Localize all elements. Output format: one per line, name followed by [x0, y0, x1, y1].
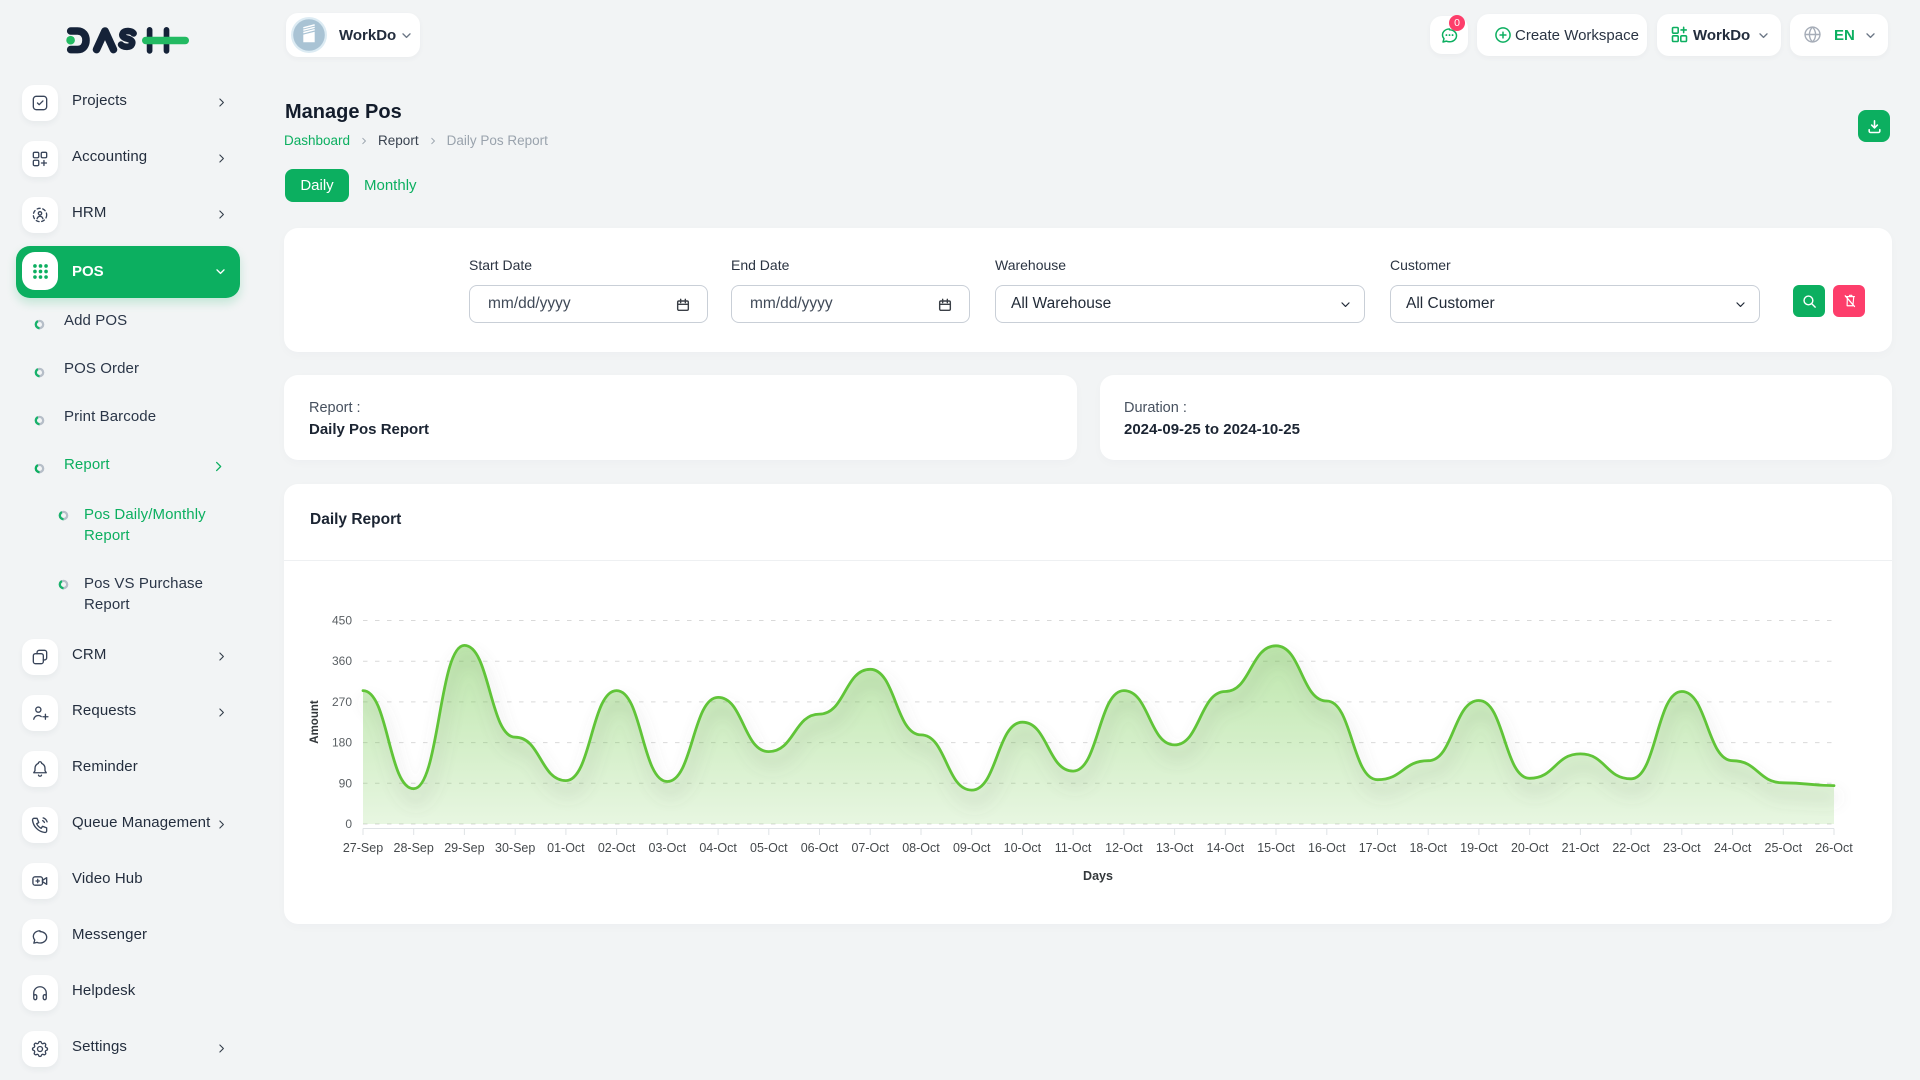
svg-text:02-Oct: 02-Oct — [598, 841, 636, 855]
svg-text:27-Sep: 27-Sep — [343, 841, 383, 855]
svg-text:270: 270 — [332, 695, 352, 709]
svg-text:90: 90 — [339, 776, 353, 790]
svg-text:360: 360 — [332, 654, 352, 668]
svg-text:08-Oct: 08-Oct — [902, 841, 940, 855]
svg-text:16-Oct: 16-Oct — [1308, 841, 1346, 855]
svg-text:01-Oct: 01-Oct — [547, 841, 585, 855]
svg-text:10-Oct: 10-Oct — [1004, 841, 1042, 855]
svg-text:05-Oct: 05-Oct — [750, 841, 788, 855]
svg-text:15-Oct: 15-Oct — [1257, 841, 1295, 855]
svg-text:23-Oct: 23-Oct — [1663, 841, 1701, 855]
svg-text:21-Oct: 21-Oct — [1562, 841, 1600, 855]
svg-text:13-Oct: 13-Oct — [1156, 841, 1194, 855]
svg-text:17-Oct: 17-Oct — [1359, 841, 1397, 855]
svg-text:Days: Days — [1083, 869, 1113, 883]
svg-text:14-Oct: 14-Oct — [1207, 841, 1245, 855]
svg-text:03-Oct: 03-Oct — [649, 841, 687, 855]
svg-text:24-Oct: 24-Oct — [1714, 841, 1752, 855]
svg-text:18-Oct: 18-Oct — [1409, 841, 1447, 855]
svg-text:Amount: Amount — [309, 700, 321, 744]
svg-text:29-Sep: 29-Sep — [444, 841, 484, 855]
svg-text:28-Sep: 28-Sep — [394, 841, 434, 855]
svg-text:22-Oct: 22-Oct — [1612, 841, 1650, 855]
svg-text:180: 180 — [332, 736, 352, 750]
svg-text:19-Oct: 19-Oct — [1460, 841, 1498, 855]
svg-text:04-Oct: 04-Oct — [699, 841, 737, 855]
svg-text:0: 0 — [345, 817, 352, 831]
svg-text:20-Oct: 20-Oct — [1511, 841, 1549, 855]
svg-text:12-Oct: 12-Oct — [1105, 841, 1143, 855]
svg-text:06-Oct: 06-Oct — [801, 841, 839, 855]
svg-text:26-Oct: 26-Oct — [1815, 841, 1853, 855]
svg-text:07-Oct: 07-Oct — [851, 841, 889, 855]
svg-text:450: 450 — [332, 614, 352, 628]
svg-text:11-Oct: 11-Oct — [1055, 841, 1092, 855]
svg-text:30-Sep: 30-Sep — [495, 841, 535, 855]
svg-text:09-Oct: 09-Oct — [953, 841, 991, 855]
svg-text:25-Oct: 25-Oct — [1765, 841, 1803, 855]
